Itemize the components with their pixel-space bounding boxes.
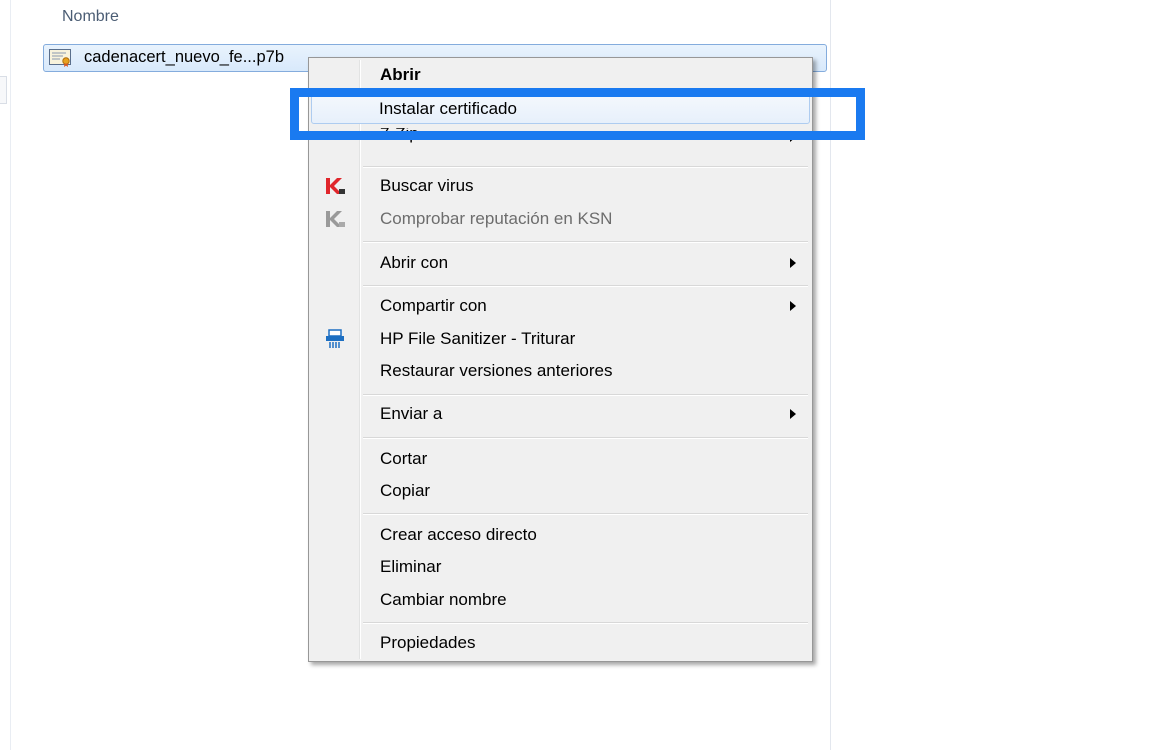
submenu-arrow-icon [790,258,796,268]
menu-item-send-to[interactable]: Enviar a [311,399,810,429]
file-name: cadenacert_nuevo_fe...p7b [84,48,284,66]
certificate-file-icon [49,49,73,67]
menu-item-cut[interactable]: Cortar [311,444,810,474]
menu-separator [363,241,808,243]
menu-item-label: Comprobar reputación en KSN [380,209,613,228]
menu-item-delete[interactable]: Eliminar [311,552,810,582]
pane-resize-handle[interactable] [0,76,7,104]
menu-item-label: Compartir con [380,296,487,315]
menu-item-7zip[interactable]: 7-Zip [311,128,810,150]
menu-item-hp-file-sanitizer[interactable]: HP File Sanitizer - Triturar [311,324,810,354]
menu-item-label: Cortar [380,449,428,468]
menu-separator [363,437,808,439]
context-menu: Abrir Instalar certificado 7-Zip Buscar … [308,57,813,662]
menu-item-label: Enviar a [380,404,443,423]
menu-item-label: Crear acceso directo [380,525,537,544]
menu-item-label: Restaurar versiones anteriores [380,361,613,380]
menu-item-label: 7-Zip [380,128,419,143]
menu-separator [363,285,808,287]
menu-item-label: HP File Sanitizer - Triturar [380,329,576,348]
menu-item-install-certificate[interactable]: Instalar certificado [311,94,810,124]
submenu-arrow-icon [790,301,796,311]
menu-item-scan-virus[interactable]: Buscar virus [311,171,810,201]
menu-item-create-shortcut[interactable]: Crear acceso directo [311,520,810,550]
menu-item-properties[interactable]: Propiedades [311,628,810,658]
kaspersky-icon [324,176,346,196]
submenu-arrow-icon [790,132,796,142]
kaspersky-gray-icon [324,209,346,229]
menu-separator [363,166,808,168]
menu-item-copy[interactable]: Copiar [311,476,810,506]
menu-separator [363,394,808,396]
menu-separator [363,622,808,624]
menu-item-label: Abrir con [380,253,449,272]
menu-item-label: Propiedades [380,633,476,652]
menu-item-label: Copiar [380,481,431,500]
menu-item-restore-versions[interactable]: Restaurar versiones anteriores [311,356,810,386]
menu-item-label: Cambiar nombre [380,590,507,609]
menu-item-share-with[interactable]: Compartir con [311,291,810,321]
menu-item-open[interactable]: Abrir [311,60,810,90]
menu-item-label: Eliminar [380,557,442,576]
menu-item-rename[interactable]: Cambiar nombre [311,585,810,615]
submenu-arrow-icon [790,409,796,419]
menu-item-label: Abrir [380,65,421,84]
menu-item-label: Instalar certificado [379,99,517,118]
navigation-pane-edge [0,0,11,750]
shredder-icon [324,329,346,349]
column-header-name[interactable]: Nombre [62,8,119,26]
menu-item-check-reputation[interactable]: Comprobar reputación en KSN [311,204,810,234]
menu-separator [363,513,808,515]
menu-item-label: Buscar virus [380,176,474,195]
menu-item-open-with[interactable]: Abrir con [311,248,810,278]
